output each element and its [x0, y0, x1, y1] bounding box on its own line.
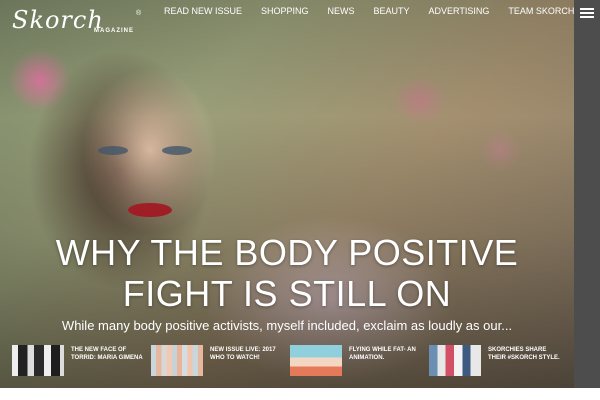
featured-card[interactable]: NEW ISSUE LIVE: 2017 WHO TO WATCH! [151, 345, 282, 377]
card-thumbnail [429, 345, 481, 376]
featured-card[interactable]: FLYING WHILE FAT- AN ANIMATION. [290, 345, 421, 377]
hero-headline[interactable]: WHY THE BODY POSITIVE FIGHT IS STILL ON [0, 232, 574, 314]
nav-team-skorch[interactable]: TEAM SKORCH [508, 6, 574, 16]
registered-mark: ® [136, 10, 142, 17]
card-thumbnail [290, 345, 342, 376]
side-menu-rail [574, 0, 600, 388]
card-thumbnail [12, 345, 64, 376]
main-nav: READ NEW ISSUE SHOPPING NEWS BEAUTY ADVE… [164, 6, 593, 16]
headline-line-2: FIGHT IS STILL ON [122, 273, 452, 314]
headline-line-1: WHY THE BODY POSITIVE [55, 232, 519, 273]
card-title: THE NEW FACE OF TORRID: MARIA GIMENA [71, 347, 143, 361]
logo-subtitle: MAGAZINE [94, 28, 134, 34]
featured-card[interactable]: THE NEW FACE OF TORRID: MARIA GIMENA [12, 345, 143, 377]
page-bottom-rail [574, 388, 600, 400]
page-bottom-strip [0, 388, 574, 400]
card-title: SKORCHIES SHARE THEIR #SKORCH STYLE. [488, 347, 560, 361]
featured-cards: THE NEW FACE OF TORRID: MARIA GIMENA NEW… [12, 345, 572, 377]
nav-shopping[interactable]: SHOPPING [261, 6, 309, 16]
nav-read-new-issue[interactable]: READ NEW ISSUE [164, 6, 242, 16]
nav-advertising[interactable]: ADVERTISING [429, 6, 490, 16]
site-logo[interactable]: Skorch ® MAGAZINE [12, 6, 141, 34]
nav-beauty[interactable]: BEAUTY [374, 6, 410, 16]
featured-card[interactable]: SKORCHIES SHARE THEIR #SKORCH STYLE. [429, 345, 560, 377]
hamburger-menu-icon[interactable] [580, 8, 594, 19]
card-title: NEW ISSUE LIVE: 2017 WHO TO WATCH! [210, 347, 276, 361]
hero-excerpt: While many body positive activists, myse… [61, 318, 513, 333]
card-title: FLYING WHILE FAT- AN ANIMATION. [349, 347, 416, 361]
nav-news[interactable]: NEWS [328, 6, 355, 16]
card-thumbnail [151, 345, 203, 376]
logo-script: Skorch [12, 6, 104, 34]
